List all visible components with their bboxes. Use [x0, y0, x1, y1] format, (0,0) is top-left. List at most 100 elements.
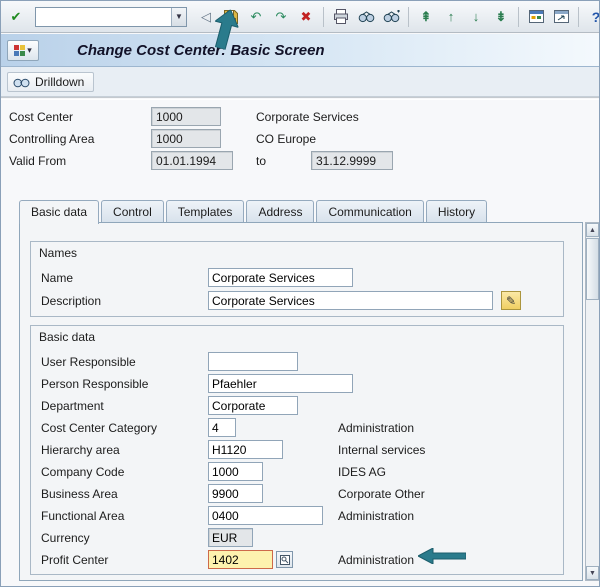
shortcut-button[interactable]: [550, 6, 572, 28]
find-next-button[interactable]: [380, 6, 402, 28]
last-page-icon[interactable]: ⇟: [490, 6, 512, 28]
cost-center-category-input[interactable]: [208, 418, 236, 437]
hierarchy-area-label: Hierarchy area: [41, 443, 120, 457]
business-area-input[interactable]: [208, 484, 263, 503]
new-session-icon: [528, 10, 544, 23]
controlling-area-row: Controlling Area 1000 CO Europe: [1, 129, 599, 149]
first-page-icon[interactable]: ⇞: [415, 6, 437, 28]
cost-center-category-label: Cost Center Category: [41, 421, 158, 435]
tab-basic-data[interactable]: Basic data: [19, 200, 100, 224]
description-input[interactable]: [208, 291, 493, 310]
sap-window: ✔ ▼ ◁ ↶ ↷ ✖ ⇞ ↑ ↓ ⇟ ? ▾ Change Cost Cent…: [0, 0, 600, 587]
edit-description-button[interactable]: ✎: [501, 291, 521, 310]
toolbar-separator: [408, 6, 409, 27]
drilldown-label: Drilldown: [35, 74, 85, 89]
command-field-combo: ▼: [35, 6, 187, 27]
cancel-icon[interactable]: ✖: [295, 6, 317, 28]
screen-menu-button[interactable]: ▾: [7, 39, 39, 61]
application-toolbar: Drilldown: [1, 67, 599, 97]
tab-communication[interactable]: Communication: [316, 200, 424, 222]
command-field[interactable]: [36, 7, 171, 26]
department-row: Department: [31, 396, 563, 416]
name-label: Name: [41, 271, 74, 285]
print-button[interactable]: [330, 6, 352, 28]
name-row: Name: [31, 268, 563, 288]
page-down-icon[interactable]: ↓: [465, 6, 487, 28]
help-icon[interactable]: ?: [585, 6, 599, 28]
user-responsible-input[interactable]: [208, 352, 298, 371]
back-triangle-icon[interactable]: ◁: [195, 6, 217, 28]
person-responsible-row: Person Responsible: [31, 374, 563, 394]
business-area-text: Corporate Other: [338, 487, 425, 501]
user-responsible-row: User Responsible: [31, 352, 563, 372]
basic-data-group: Basic data User Responsible Person Respo…: [30, 325, 564, 575]
tab-control[interactable]: Control: [101, 200, 164, 222]
toolbar-separator: [518, 6, 519, 27]
cost-center-field[interactable]: 1000: [151, 107, 221, 126]
scrollbar-thumb[interactable]: [586, 238, 599, 300]
hierarchy-area-text: Internal services: [338, 443, 426, 457]
name-input[interactable]: [208, 268, 353, 287]
department-input[interactable]: [208, 396, 298, 415]
controlling-area-text: CO Europe: [256, 132, 317, 146]
valid-to-field[interactable]: 31.12.9999: [311, 151, 393, 170]
exit-icon[interactable]: ↷: [270, 6, 292, 28]
profit-center-row: Profit Center Administration: [31, 550, 563, 570]
toolbar-separator: [323, 6, 324, 27]
pencil-icon: ✎: [505, 293, 517, 308]
page-title: Change Cost Center: Basic Screen: [77, 41, 325, 59]
company-code-label: Company Code: [41, 465, 125, 479]
person-responsible-input[interactable]: [208, 374, 353, 393]
save-icon: [224, 9, 238, 24]
hierarchy-area-input[interactable]: [208, 440, 283, 459]
description-row: Description ✎: [31, 291, 563, 311]
new-session-button[interactable]: [525, 6, 547, 28]
profit-center-text: Administration: [338, 553, 415, 567]
functional-area-row: Functional Area Administration: [31, 506, 563, 526]
currency-label: Currency: [41, 531, 90, 545]
names-group: Names Name Description ✎: [30, 241, 564, 317]
basic-data-group-title: Basic data: [39, 330, 96, 344]
user-responsible-label: User Responsible: [41, 355, 136, 369]
cost-center-label: Cost Center: [9, 110, 74, 124]
valid-from-field[interactable]: 01.01.1994: [151, 151, 233, 170]
functional-area-text: Administration: [338, 509, 415, 523]
profit-center-input[interactable]: [208, 550, 273, 569]
vertical-scrollbar[interactable]: ▲ ▼: [585, 222, 599, 581]
profit-center-label: Profit Center: [41, 553, 109, 567]
currency-row: Currency: [31, 528, 563, 548]
tab-address[interactable]: Address: [246, 200, 315, 222]
print-icon: [334, 9, 348, 24]
valid-from-row: Valid From 01.01.1994 to 31.12.9999: [1, 151, 599, 171]
tab-history[interactable]: History: [425, 200, 488, 222]
company-code-input[interactable]: [208, 462, 263, 481]
command-dropdown-icon[interactable]: ▼: [171, 7, 186, 26]
screen-menu-arrow-icon: ▾: [27, 44, 32, 55]
cost-center-category-row: Cost Center Category Administration: [31, 418, 563, 438]
currency-input[interactable]: [208, 528, 253, 547]
find-icon: [358, 11, 374, 23]
business-area-label: Business Area: [41, 487, 118, 501]
scroll-down-icon[interactable]: ▼: [586, 566, 599, 580]
save-button[interactable]: [220, 6, 242, 28]
tab-strip: Basic data Control Templates Address Com…: [19, 200, 489, 224]
drilldown-button[interactable]: Drilldown: [7, 71, 95, 92]
tab-templates[interactable]: Templates: [165, 200, 245, 222]
find-next-icon: [383, 10, 400, 23]
controlling-area-field[interactable]: 1000: [151, 129, 221, 148]
profit-center-f4-button[interactable]: [276, 551, 293, 568]
company-code-row: Company Code IDES AG: [31, 462, 563, 482]
scroll-up-icon[interactable]: ▲: [586, 223, 599, 237]
drilldown-glasses-icon: [13, 78, 30, 87]
functional-area-input[interactable]: [208, 506, 323, 525]
cost-center-category-text: Administration: [338, 421, 415, 435]
basic-data-panel: Names Name Description ✎ Basic data User…: [19, 222, 583, 581]
page-up-icon[interactable]: ↑: [440, 6, 462, 28]
back-icon[interactable]: ↶: [245, 6, 267, 28]
value-help-icon: [279, 554, 290, 565]
names-group-title: Names: [39, 246, 78, 260]
find-button[interactable]: [355, 6, 377, 28]
enter-icon[interactable]: ✔: [5, 6, 27, 28]
hierarchy-area-row: Hierarchy area Internal services: [31, 440, 563, 460]
toolbar-separator: [578, 6, 579, 27]
